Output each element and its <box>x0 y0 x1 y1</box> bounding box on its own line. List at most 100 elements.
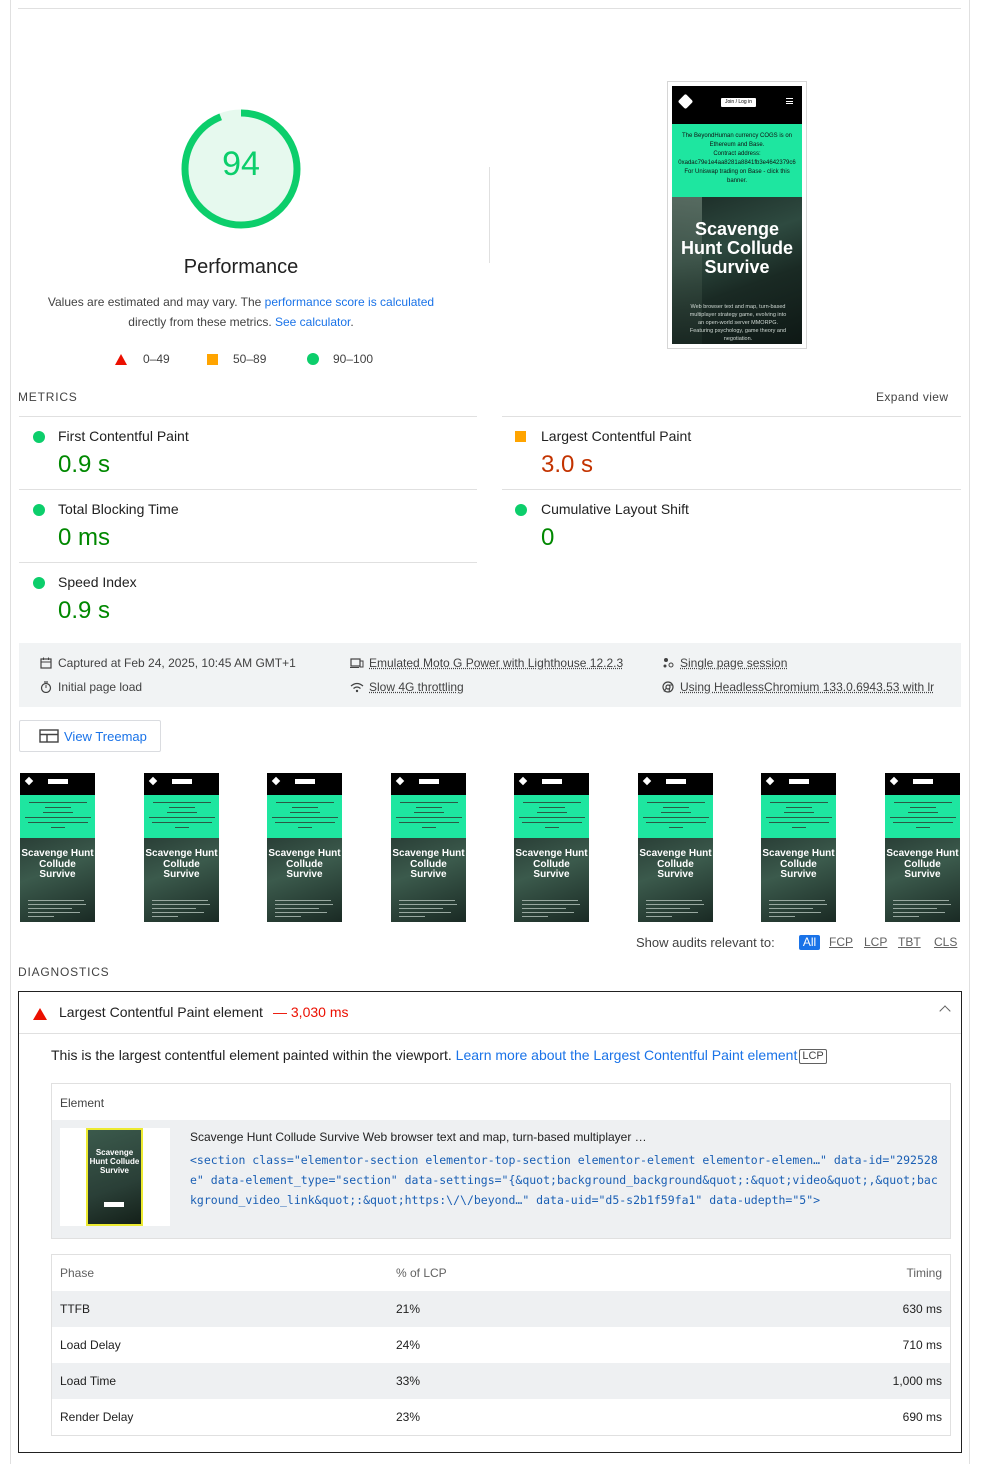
metric-tbt-name: Total Blocking Time <box>58 501 179 517</box>
phase-timing: 690 ms <box>902 1410 942 1424</box>
audit-description: This is the largest contentful element p… <box>51 1047 827 1064</box>
learn-more-lcp-link[interactable]: Learn more about the Largest Contentful … <box>456 1047 798 1063</box>
phase-timing: 1,000 ms <box>892 1374 942 1388</box>
hero-title: Scavenge Hunt Collude Survive <box>681 219 793 277</box>
frame-subtitle <box>28 900 87 920</box>
calendar-icon <box>40 657 52 669</box>
metrics-divider <box>502 489 961 490</box>
audit-description-text: This is the largest contentful element p… <box>51 1047 456 1063</box>
frame-banner-text <box>395 802 462 832</box>
expand-view-toggle[interactable]: Expand view <box>876 390 948 404</box>
frame-banner-text <box>889 802 956 832</box>
average-square-icon <box>515 431 526 442</box>
final-screenshot[interactable]: Join / Log in The BeyondHuman currency C… <box>667 81 807 349</box>
lcp-phase-table: Phase % of LCP Timing TTFB 21% 630 ms Lo… <box>51 1254 951 1436</box>
network-throttling-icon <box>350 682 364 693</box>
score-calculation-link[interactable]: performance score is calculated <box>265 295 434 309</box>
frame-banner-text <box>518 802 585 832</box>
frame-login-button <box>295 779 315 784</box>
filter-chip-fcp[interactable]: FCP <box>829 935 853 949</box>
element-selector-code[interactable]: <section class="elementor-section elemen… <box>190 1150 942 1210</box>
phase-percent: 21% <box>396 1302 421 1316</box>
lcp-element-audit: Largest Contentful Paint element — 3,030… <box>18 991 962 1453</box>
single-page-session[interactable]: Single page session <box>680 656 787 670</box>
column-header-percent: % of LCP <box>396 1266 447 1280</box>
pass-circle-icon <box>33 504 45 516</box>
phase-name: Render Delay <box>60 1410 134 1424</box>
desc-suffix: . <box>350 315 354 329</box>
frame-subtitle <box>522 900 581 920</box>
captured-at: Captured at Feb 24, 2025, 10:45 AM GMT+1 <box>58 656 296 670</box>
phase-name: TTFB <box>60 1302 90 1316</box>
emulated-device-text: Emulated Moto G Power with Lighthouse 12… <box>369 656 624 670</box>
screenshot-hero: Scavenge Hunt Collude Survive Web browse… <box>672 197 802 344</box>
frame-subtitle <box>152 900 211 920</box>
frame-title: Scavenge Hunt Collude Survive <box>392 848 465 880</box>
site-logo-icon <box>148 776 158 786</box>
filmstrip-frame: Scavenge Hunt Collude Survive <box>638 773 713 922</box>
desc-text: Values are estimated and may vary. The <box>47 295 265 309</box>
fail-triangle-icon <box>33 1008 47 1020</box>
frame-login-button <box>419 779 439 784</box>
frame-title: Scavenge Hunt Collude Survive <box>21 848 94 880</box>
desc-text-2: directly from these metrics. <box>128 315 275 329</box>
column-header-phase: Phase <box>60 1266 95 1280</box>
fail-triangle-icon <box>115 353 127 365</box>
screenshot-login-button: Join / Log in <box>721 98 756 107</box>
browser-info-text: Using HeadlessChromium 133.0.6943.53 wit… <box>680 680 935 694</box>
metric-si-value: 0.9 s <box>58 597 111 624</box>
frame-banner-text <box>642 802 709 832</box>
runtime-settings: Captured at Feb 24, 2025, 10:45 AM GMT+1… <box>19 643 961 707</box>
filmstrip-frame: Scavenge Hunt Collude Survive <box>20 773 95 922</box>
filter-chip-lcp[interactable]: LCP <box>864 935 887 949</box>
banner-line: The BeyondHuman currency COGS is on <box>681 133 793 139</box>
view-treemap-button[interactable]: View Treemap <box>19 720 161 752</box>
frame-header <box>20 773 95 795</box>
pass-circle-icon <box>33 577 45 589</box>
browser-info[interactable]: Using HeadlessChromium 133.0.6943.53 wit… <box>680 680 934 694</box>
pass-circle-icon <box>33 431 45 443</box>
metric-fcp-value: 0.9 s <box>58 451 111 478</box>
element-thumbnail[interactable]: Scavenge Hunt Collude Survive <box>60 1128 170 1226</box>
site-logo-icon <box>642 776 652 786</box>
table-row: Load Delay 24% 710 ms <box>52 1327 950 1363</box>
phase-percent: 33% <box>396 1374 421 1388</box>
see-calculator-link[interactable]: See calculator <box>275 315 350 329</box>
chrome-icon <box>662 681 674 693</box>
frame-header <box>267 773 342 795</box>
session-icon <box>663 658 674 668</box>
emulated-device[interactable]: Emulated Moto G Power with Lighthouse 12… <box>369 656 623 670</box>
table-row: Load Time 33% 1,000 ms <box>52 1363 950 1399</box>
frame-header <box>391 773 466 795</box>
top-divider <box>18 8 961 9</box>
performance-description: Values are estimated and may vary. The p… <box>30 292 452 332</box>
audit-title[interactable]: Largest Contentful Paint element <box>59 1004 263 1020</box>
network-throttling[interactable]: Slow 4G throttling <box>369 680 464 694</box>
site-logo-icon <box>765 776 775 786</box>
banner-line: Ethereum and Base. <box>709 142 765 148</box>
site-logo-icon <box>518 776 528 786</box>
frame-hero: Scavenge Hunt Collude Survive <box>638 838 713 922</box>
element-snippet-text: Scavenge Hunt Collude Survive Web browse… <box>190 1130 647 1144</box>
frame-login-button <box>789 779 809 784</box>
site-logo-icon <box>24 776 34 786</box>
table-row: Render Delay 23% 690 ms <box>52 1399 950 1435</box>
performance-title: Performance <box>183 256 299 278</box>
filter-chip-cls[interactable]: CLS <box>934 935 957 949</box>
filter-chip-tbt[interactable]: TBT <box>898 935 921 949</box>
table-header-row: Phase % of LCP Timing <box>52 1255 950 1291</box>
legend-pass-range: 90–100 <box>333 352 374 366</box>
chevron-up-icon[interactable] <box>939 1005 951 1017</box>
phase-percent: 23% <box>396 1410 421 1424</box>
frame-banner-text <box>765 802 832 832</box>
filmstrip-frame: Scavenge Hunt Collude Survive <box>514 773 589 922</box>
frame-hero: Scavenge Hunt Collude Survive <box>20 838 95 922</box>
banner-line: Contract address: <box>713 151 761 157</box>
frame-header <box>514 773 589 795</box>
screenshot-header: Join / Log in <box>672 86 802 124</box>
stopwatch-icon <box>40 681 52 693</box>
filter-chip-all[interactable]: All <box>799 935 820 950</box>
audit-display-value: — 3,030 ms <box>273 1004 349 1020</box>
frame-login-button <box>48 779 68 784</box>
filmstrip-frame: Scavenge Hunt Collude Survive <box>761 773 836 922</box>
